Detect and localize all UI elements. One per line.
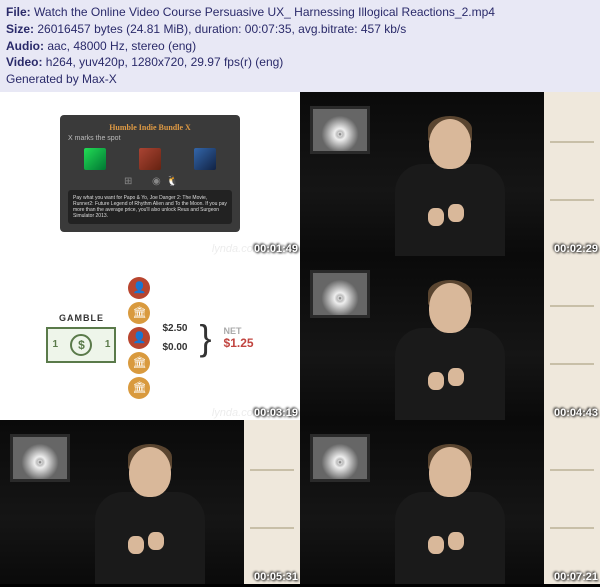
timestamp: 00:01:49 <box>254 243 298 255</box>
dollar-bill-icon: 1 $ 1 <box>46 327 116 363</box>
size-label: Size: <box>6 22 37 36</box>
wall-frame <box>310 106 370 154</box>
bank-coin-icon: 🏛 <box>128 352 150 374</box>
audio-label: Audio: <box>6 39 47 53</box>
thumbnail-2: 00:02:29 <box>300 92 600 256</box>
thumbnail-4: 00:04:43 <box>300 256 600 420</box>
steam-icon: ◉ <box>152 176 162 186</box>
generated-by: Generated by Max-X <box>6 71 594 88</box>
presenter <box>390 439 510 584</box>
bundle-subtitle: X marks the spot <box>68 135 232 142</box>
timestamp: 00:03:19 <box>254 407 298 419</box>
media-info-header: File: Watch the Online Video Course Pers… <box>0 0 600 92</box>
game-icon <box>84 148 106 170</box>
bank-coin-icon: 🏛 <box>128 302 150 324</box>
timestamp: 00:07:21 <box>554 571 598 583</box>
thumbnail-5: 00:05:31 <box>0 420 300 584</box>
presenter <box>390 111 510 256</box>
bundle-footer: Pay what you want for Papo & Yo, Joe Dan… <box>68 190 232 224</box>
wall-frame <box>310 270 370 318</box>
timestamp: 00:04:43 <box>554 407 598 419</box>
bundle-card: Humble Indie Bundle X X marks the spot ⊞… <box>60 115 240 232</box>
bookshelf <box>544 420 600 584</box>
bracket-icon: } <box>199 318 211 358</box>
presenter <box>390 275 510 420</box>
presenter <box>90 439 210 584</box>
file-value: Watch the Online Video Course Persuasive… <box>34 5 495 19</box>
thumbnail-grid: Humble Indie Bundle X X marks the spot ⊞… <box>0 92 600 584</box>
apple-icon <box>138 176 148 186</box>
person-coin-icon: 👤 <box>128 327 150 349</box>
video-value: h264, yuv420p, 1280x720, 29.97 fps(r) (e… <box>46 55 284 69</box>
video-label: Video: <box>6 55 46 69</box>
timestamp: 00:02:29 <box>554 243 598 255</box>
linux-icon: 🐧 <box>166 176 176 186</box>
coin-column: 👤 🏛 👤 🏛 🏛 <box>128 277 150 399</box>
net-value: $1.25 <box>224 336 254 350</box>
wall-frame <box>310 434 370 482</box>
windows-icon: ⊞ <box>124 176 134 186</box>
value-1: $2.50 <box>162 323 187 334</box>
wall-frame <box>10 434 70 482</box>
person-coin-icon: 👤 <box>128 277 150 299</box>
game-icon <box>139 148 161 170</box>
thumbnail-1: Humble Indie Bundle X X marks the spot ⊞… <box>0 92 300 256</box>
net-label: NET <box>224 326 254 336</box>
bundle-title: Humble Indie Bundle X <box>68 123 232 132</box>
value-2: $0.00 <box>162 342 187 353</box>
bookshelf <box>544 256 600 420</box>
file-label: File: <box>6 5 34 19</box>
size-value: 26016457 bytes (24.81 MiB), duration: 00… <box>37 22 406 36</box>
game-icon <box>194 148 216 170</box>
dollar-sign-icon: $ <box>70 334 92 356</box>
thumbnail-3: GAMBLE 1 $ 1 👤 🏛 👤 🏛 🏛 $2.50 $0.00 } NET… <box>0 256 300 420</box>
bookshelf <box>244 420 300 584</box>
bank-coin-icon: 🏛 <box>128 377 150 399</box>
timestamp: 00:05:31 <box>254 571 298 583</box>
gamble-label: GAMBLE <box>59 313 104 323</box>
audio-value: aac, 48000 Hz, stereo (eng) <box>47 39 196 53</box>
thumbnail-6: 00:07:21 <box>300 420 600 584</box>
bookshelf <box>544 92 600 256</box>
